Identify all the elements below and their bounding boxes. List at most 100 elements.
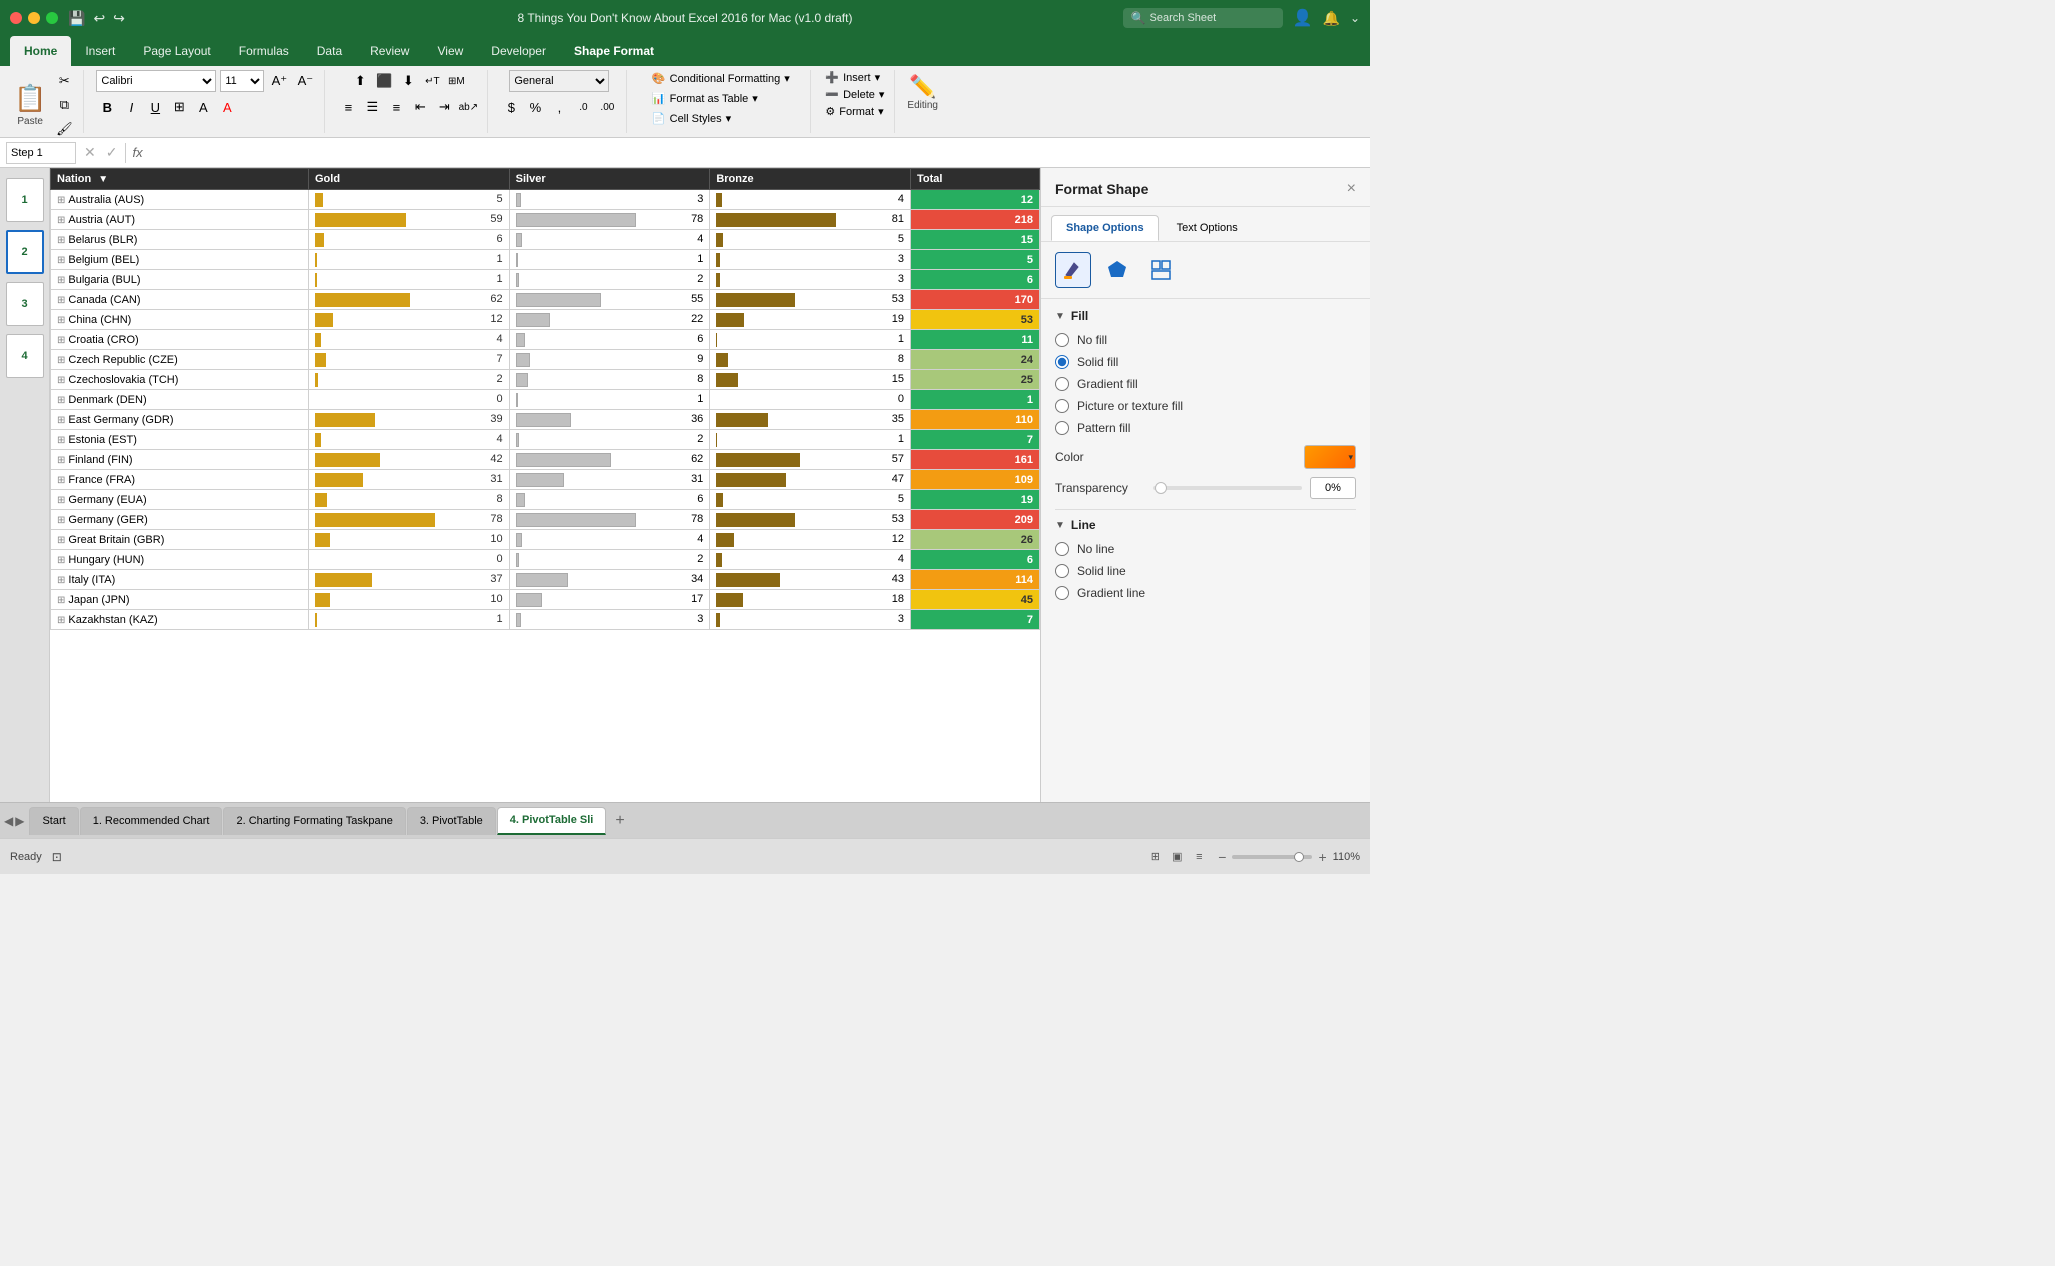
solid-line-radio[interactable] xyxy=(1055,564,1069,578)
spreadsheet-area[interactable]: Nation ▼ Gold Silver Bronze Total ⊞Austr… xyxy=(50,168,1040,802)
format-button[interactable]: ⚙Format▾ xyxy=(821,104,888,119)
save-icon[interactable]: 💾 xyxy=(68,10,85,27)
font-family-select[interactable]: Calibri xyxy=(96,70,216,92)
page-layout-view-icon[interactable]: ▣ xyxy=(1168,848,1186,866)
zoom-in-button[interactable]: + xyxy=(1318,849,1326,865)
tab-text-options[interactable]: Text Options xyxy=(1163,215,1252,241)
tab-home[interactable]: Home xyxy=(10,36,71,66)
align-center-icon[interactable]: ☰ xyxy=(361,96,383,118)
transparency-slider[interactable] xyxy=(1153,486,1302,490)
sheet-tab-chart2[interactable]: 2. Charting Formating Taskpane xyxy=(223,807,405,835)
next-sheet-icon[interactable]: ▶ xyxy=(15,814,24,828)
font-color-icon[interactable]: A xyxy=(216,96,238,118)
delete-button[interactable]: ➖Delete▾ xyxy=(821,87,888,102)
align-right-icon[interactable]: ≡ xyxy=(385,96,407,118)
chevron-down-icon[interactable]: ⌄ xyxy=(1350,11,1360,25)
no-fill-radio[interactable] xyxy=(1055,333,1069,347)
tab-insert[interactable]: Insert xyxy=(71,36,129,66)
sheet-tab-start[interactable]: Start xyxy=(29,807,78,835)
tab-shape-format[interactable]: Shape Format xyxy=(560,36,668,66)
nation-filter-icon[interactable]: ▼ xyxy=(98,174,108,185)
solid-fill-radio[interactable] xyxy=(1055,355,1069,369)
cell-styles-button[interactable]: 📄 Cell Styles ▾ xyxy=(646,110,796,127)
merge-cells-icon[interactable]: ⊞M xyxy=(445,70,467,92)
tab-developer[interactable]: Developer xyxy=(477,36,560,66)
notifications-icon[interactable]: 🔔 xyxy=(1323,10,1340,27)
pattern-fill-radio[interactable] xyxy=(1055,421,1069,435)
picture-fill-radio[interactable] xyxy=(1055,399,1069,413)
fullscreen-button[interactable] xyxy=(46,12,58,24)
zoom-slider[interactable] xyxy=(1232,855,1312,859)
gradient-line-radio[interactable] xyxy=(1055,586,1069,600)
decrease-decimal-icon[interactable]: .0 xyxy=(572,96,594,118)
tab-shape-options[interactable]: Shape Options xyxy=(1051,215,1159,241)
conditional-formatting-button[interactable]: 🎨 Conditional Formatting ▾ xyxy=(646,70,796,87)
font-shrink-icon[interactable]: A⁻ xyxy=(294,70,316,92)
tab-data[interactable]: Data xyxy=(303,36,356,66)
format-as-table-button[interactable]: 📊 Format as Table ▾ xyxy=(646,90,796,107)
solid-line-option[interactable]: Solid line xyxy=(1055,564,1356,578)
orientation-icon[interactable]: ab↗ xyxy=(457,96,479,118)
normal-view-icon[interactable]: ⊞ xyxy=(1146,848,1164,866)
solid-fill-option[interactable]: Solid fill xyxy=(1055,355,1356,369)
increase-decimal-icon[interactable]: .00 xyxy=(596,96,618,118)
sheet-tab-pivot-sli[interactable]: 4. PivotTable Sli xyxy=(497,807,607,835)
prev-sheet-icon[interactable]: ◀ xyxy=(4,814,13,828)
thumb-2[interactable]: 2 xyxy=(6,230,44,274)
formula-input[interactable] xyxy=(149,146,1364,160)
color-picker-button[interactable]: ▾ xyxy=(1304,445,1356,469)
pattern-fill-option[interactable]: Pattern fill xyxy=(1055,421,1356,435)
font-grow-icon[interactable]: A⁺ xyxy=(268,70,290,92)
thumb-4[interactable]: 4 xyxy=(6,334,44,378)
close-panel-button[interactable]: × xyxy=(1347,180,1356,198)
bold-button[interactable]: B xyxy=(96,96,118,118)
wrap-text-icon[interactable]: ↵T xyxy=(421,70,443,92)
tab-review[interactable]: Review xyxy=(356,36,423,66)
cut-icon[interactable]: ✂ xyxy=(53,70,75,92)
percent-icon[interactable]: % xyxy=(524,96,546,118)
sheet-tab-pivot[interactable]: 3. PivotTable xyxy=(407,807,496,835)
confirm-formula-icon[interactable]: ✓ xyxy=(106,144,118,161)
border-icon[interactable]: ⊞ xyxy=(168,96,190,118)
redo-icon[interactable]: ↪ xyxy=(113,10,125,27)
insert-button[interactable]: ➕Insert▾ xyxy=(821,70,888,85)
gradient-line-option[interactable]: Gradient line xyxy=(1055,586,1356,600)
sheet-tab-chart1[interactable]: 1. Recommended Chart xyxy=(80,807,223,835)
italic-button[interactable]: I xyxy=(120,96,142,118)
currency-icon[interactable]: $ xyxy=(500,96,522,118)
size-properties-icon[interactable] xyxy=(1143,252,1179,288)
no-line-option[interactable]: No line xyxy=(1055,542,1356,556)
page-break-view-icon[interactable]: ≡ xyxy=(1190,848,1208,866)
copy-icon[interactable]: ⧉ xyxy=(53,94,75,116)
align-top-icon[interactable]: ⬆ xyxy=(349,70,371,92)
increase-indent-icon[interactable]: ⇥ xyxy=(433,96,455,118)
gradient-fill-radio[interactable] xyxy=(1055,377,1069,391)
fill-line-icon[interactable] xyxy=(1055,252,1091,288)
font-size-select[interactable]: 11 xyxy=(220,70,264,92)
shape-effects-icon[interactable] xyxy=(1099,252,1135,288)
decrease-indent-icon[interactable]: ⇤ xyxy=(409,96,431,118)
line-section-header[interactable]: ▼ Line xyxy=(1055,518,1356,532)
fill-color-icon[interactable]: A xyxy=(192,96,214,118)
picture-fill-option[interactable]: Picture or texture fill xyxy=(1055,399,1356,413)
name-box[interactable] xyxy=(6,142,76,164)
gradient-fill-option[interactable]: Gradient fill xyxy=(1055,377,1356,391)
undo-icon[interactable]: ↩ xyxy=(93,10,105,27)
account-icon[interactable]: 👤 xyxy=(1293,8,1313,28)
thumb-3[interactable]: 3 xyxy=(6,282,44,326)
comma-icon[interactable]: , xyxy=(548,96,570,118)
thumb-1[interactable]: 1 xyxy=(6,178,44,222)
minimize-button[interactable] xyxy=(28,12,40,24)
align-middle-icon[interactable]: ⬛ xyxy=(373,70,395,92)
tab-formulas[interactable]: Formulas xyxy=(225,36,303,66)
no-fill-option[interactable]: No fill xyxy=(1055,333,1356,347)
align-bottom-icon[interactable]: ⬇ xyxy=(397,70,419,92)
number-format-select[interactable]: General xyxy=(509,70,609,92)
fill-section-header[interactable]: ▼ Fill xyxy=(1055,309,1356,323)
format-painter-icon[interactable]: 🖌 xyxy=(53,118,75,140)
align-left-icon[interactable]: ≡ xyxy=(337,96,359,118)
add-sheet-button[interactable]: + xyxy=(607,807,632,835)
underline-button[interactable]: U xyxy=(144,96,166,118)
tab-page-layout[interactable]: Page Layout xyxy=(129,36,224,66)
close-button[interactable] xyxy=(10,12,22,24)
